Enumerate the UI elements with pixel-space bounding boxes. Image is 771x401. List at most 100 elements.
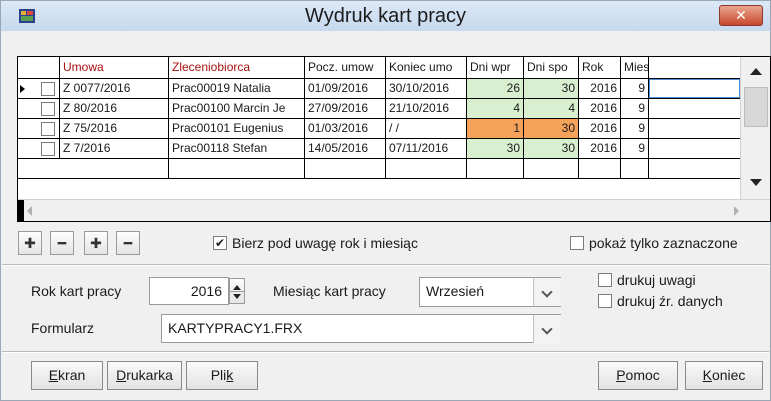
cell-mies: 9 [621, 79, 649, 98]
cell-zleceniobiorca: Prac00100 Marcin Je [169, 99, 305, 118]
form-label: Formularz [31, 320, 95, 336]
grid-header: Umowa Zleceniobiorca Pocz. umow Koniec u… [18, 57, 740, 79]
only-selected-label: pokaż tylko zaznaczone [589, 235, 738, 251]
cell-koniec-umowy: 21/10/2016 [386, 99, 467, 118]
year-label: Rok kart pracy [31, 283, 122, 299]
table-row[interactable]: Z 7/2016 Prac00118 Stefan 14/05/2016 07/… [18, 139, 740, 159]
remove-all-button[interactable]: ━ [116, 231, 140, 255]
row-select[interactable] [38, 139, 60, 158]
year-month-checkbox[interactable]: ✔ [213, 236, 227, 250]
row-pointer [18, 79, 38, 98]
cell-dni-wpr: 1 [467, 119, 524, 138]
cell-rok: 2016 [579, 139, 621, 158]
scroll-left-icon[interactable] [27, 206, 32, 216]
row-checkbox[interactable] [41, 142, 55, 156]
printer-button[interactable]: Drukarka [107, 361, 182, 390]
cell-mies: 9 [621, 139, 649, 158]
vertical-scrollbar[interactable] [740, 57, 770, 199]
print-source-label: drukuj źr. danych [617, 293, 723, 309]
cell-umowa: Z 0077/2016 [60, 79, 169, 98]
row-select[interactable] [38, 79, 60, 98]
header-pocz-umowy[interactable]: Pocz. umow [305, 57, 386, 78]
cell-empty [60, 159, 169, 178]
screen-button[interactable]: Ekran [31, 361, 103, 390]
scroll-right-icon[interactable] [734, 206, 739, 216]
cell-umowa: Z 80/2016 [60, 99, 169, 118]
cell-dni-spo: 4 [524, 99, 579, 118]
row-select[interactable] [38, 119, 60, 138]
add-row-button[interactable]: ✚ [18, 231, 42, 255]
row-select[interactable] [38, 99, 60, 118]
print-notes-option[interactable]: drukuj uwagi [598, 272, 696, 288]
close-button[interactable]: ✕ [719, 5, 763, 26]
print-notes-checkbox[interactable] [598, 273, 612, 287]
row-checkbox[interactable] [41, 102, 55, 116]
help-button[interactable]: Pomoc [598, 361, 678, 390]
print-source-checkbox[interactable] [598, 294, 612, 308]
month-label: Miesiąc kart pracy [273, 283, 386, 299]
year-spinner[interactable] [229, 278, 245, 304]
year-month-label: Bierz pod uwagę rok i miesiąc [232, 235, 418, 251]
cell-empty [467, 159, 524, 178]
row-checkbox[interactable] [41, 82, 55, 96]
cell-zleceniobiorca: Prac00101 Eugenius [169, 119, 305, 138]
header-umowa[interactable]: Umowa [60, 57, 169, 78]
minus-icon: ━ [57, 235, 67, 251]
chevron-down-icon[interactable] [533, 278, 561, 306]
empty-row [18, 159, 740, 179]
header-dni-spo[interactable]: Dni spo [524, 57, 579, 78]
row-checkbox[interactable] [41, 122, 55, 136]
cell-dni-spo: 30 [524, 139, 579, 158]
scroll-up-icon[interactable] [750, 68, 762, 75]
file-button[interactable]: Plik [186, 361, 258, 390]
print-work-cards-window: Wydruk kart pracy ✕ Umowa Zleceniobiorca… [0, 0, 771, 401]
cell-rok: 2016 [579, 99, 621, 118]
scroll-down-icon[interactable] [750, 179, 762, 186]
cell-dni-spo: 30 [524, 79, 579, 98]
minus-all-icon: ━ [123, 235, 133, 251]
year-field[interactable]: 2016 [149, 277, 229, 305]
end-button[interactable]: Koniec [685, 361, 763, 390]
header-zleceniobiorca[interactable]: Zleceniobiorca [169, 57, 305, 78]
cell-koniec-umowy: 07/11/2016 [386, 139, 467, 158]
year-month-filter[interactable]: ✔ Bierz pod uwagę rok i miesiąc [213, 235, 418, 251]
cell-empty [579, 159, 621, 178]
cell-koniec-umowy: 30/10/2016 [386, 79, 467, 98]
form-select[interactable]: KARTYPRACY1.FRX [161, 314, 561, 343]
scroll-thumb[interactable] [744, 87, 768, 127]
header-mies[interactable]: Mies [621, 57, 649, 78]
header-koniec-umowy[interactable]: Koniec umo [386, 57, 467, 78]
chevron-down-icon[interactable] [533, 315, 561, 343]
window-title: Wydruk kart pracy [305, 5, 466, 27]
only-selected-checkbox[interactable] [570, 236, 584, 250]
cell-pocz-umowy: 14/05/2016 [305, 139, 386, 158]
cell-rok: 2016 [579, 79, 621, 98]
cell-mies: 9 [621, 99, 649, 118]
only-selected-filter[interactable]: pokaż tylko zaznaczone [570, 235, 738, 251]
cell-dni-wpr: 30 [467, 139, 524, 158]
form-value: KARTYPRACY1.FRX [168, 320, 303, 336]
cell-rok: 2016 [579, 119, 621, 138]
spin-down-icon[interactable] [233, 294, 241, 299]
cell-empty [649, 79, 740, 98]
print-source-option[interactable]: drukuj źr. danych [598, 293, 723, 309]
month-select[interactable]: Wrzesień [419, 277, 561, 307]
cell-dni-wpr: 26 [467, 79, 524, 98]
divider [2, 265, 769, 266]
contracts-grid[interactable]: Umowa Zleceniobiorca Pocz. umow Koniec u… [17, 56, 771, 222]
horizontal-scrollbar[interactable] [18, 199, 770, 221]
table-row[interactable]: Z 0077/2016 Prac00019 Natalia 01/09/2016… [18, 79, 740, 99]
print-notes-label: drukuj uwagi [617, 272, 696, 288]
divider [2, 352, 769, 353]
remove-row-button[interactable]: ━ [50, 231, 74, 255]
header-dni-wpr[interactable]: Dni wpr [467, 57, 524, 78]
cell-zleceniobiorca: Prac00118 Stefan [169, 139, 305, 158]
spin-up-icon[interactable] [233, 285, 241, 290]
cell-dni-wpr: 4 [467, 99, 524, 118]
table-row[interactable]: Z 80/2016 Prac00100 Marcin Je 27/09/2016… [18, 99, 740, 119]
add-all-button[interactable]: ✚ [84, 231, 108, 255]
header-rok[interactable]: Rok [579, 57, 621, 78]
table-row[interactable]: Z 75/2016 Prac00101 Eugenius 01/03/2016 … [18, 119, 740, 139]
cell-umowa: Z 7/2016 [60, 139, 169, 158]
plus-all-icon: ✚ [90, 235, 102, 251]
